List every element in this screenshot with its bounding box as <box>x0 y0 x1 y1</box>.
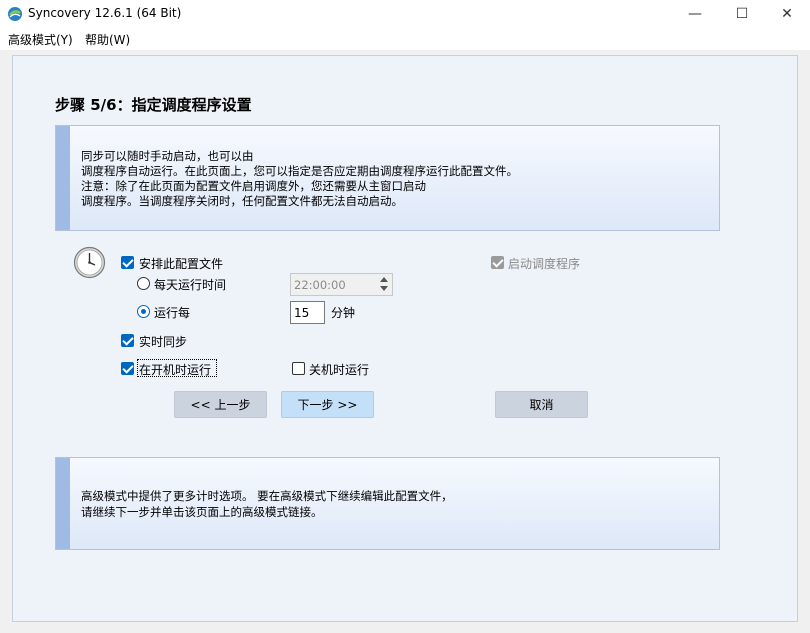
run-every-label[interactable]: 运行每 <box>154 304 190 321</box>
start-scheduler-checkbox[interactable] <box>491 256 504 269</box>
title-bar: Syncovery 12.6.1 (64 Bit) — ☐ ✕ <box>0 0 810 28</box>
schedule-profile-checkbox[interactable] <box>121 256 134 269</box>
time-spinner[interactable] <box>376 274 392 295</box>
page-title: 步骤 5/6：指定调度程序设置 <box>55 96 252 114</box>
run-at-shutdown-label[interactable]: 关机时运行 <box>309 361 369 378</box>
info-accent-bar <box>56 126 70 230</box>
cancel-button[interactable]: 取消 <box>495 391 588 418</box>
schedule-profile-label[interactable]: 安排此配置文件 <box>139 255 223 272</box>
spin-down-icon[interactable] <box>380 286 388 291</box>
run-at-shutdown-checkbox[interactable] <box>292 362 305 375</box>
maximize-button[interactable]: ☐ <box>719 0 765 28</box>
daily-run-radio[interactable] <box>137 277 150 290</box>
realtime-sync-checkbox[interactable] <box>121 334 134 347</box>
next-step-button[interactable]: 下一步 >> <box>281 391 374 418</box>
window-title: Syncovery 12.6.1 (64 Bit) <box>28 6 182 20</box>
menu-bar: 高级模式(Y) 帮助(W) <box>0 28 810 50</box>
info-line: 高级模式中提供了更多计时选项。 要在高级模式下继续编辑此配置文件， <box>81 489 453 503</box>
app-logo-icon <box>8 7 22 21</box>
run-at-startup-label[interactable]: 在开机时运行 <box>139 361 211 378</box>
run-at-startup-checkbox[interactable] <box>121 362 134 375</box>
info-box-top: 同步可以随时手动启动，也可以由 调度程序自动运行。在此页面上，您可以指定是否应定… <box>55 125 720 231</box>
minimize-icon: — <box>688 6 702 22</box>
info-box-bottom: 高级模式中提供了更多计时选项。 要在高级模式下继续编辑此配置文件， 请继续下一步… <box>55 457 720 550</box>
minimize-button[interactable]: — <box>672 0 718 28</box>
close-button[interactable]: ✕ <box>764 0 810 28</box>
daily-time-input[interactable]: 22:00:00 <box>290 273 393 296</box>
info-line: 注意：除了在此页面为配置文件启用调度外，您还需要从主窗口启动 <box>81 179 426 193</box>
menu-advanced-mode[interactable]: 高级模式(Y) <box>8 31 73 48</box>
daily-run-label[interactable]: 每天运行时间 <box>154 276 226 293</box>
info-line: 同步可以随时手动启动，也可以由 <box>81 149 254 163</box>
info-accent-bar <box>56 458 70 549</box>
info-line: 请继续下一步并单击该页面上的高级模式链接。 <box>81 505 323 519</box>
info-line: 调度程序自动运行。在此页面上，您可以指定是否应定期由调度程序运行此配置文件。 <box>81 164 518 178</box>
realtime-sync-label[interactable]: 实时同步 <box>139 333 187 350</box>
previous-step-button[interactable]: << 上一步 <box>174 391 267 418</box>
clock-icon <box>73 246 106 279</box>
interval-unit-label: 分钟 <box>331 306 356 320</box>
menu-help[interactable]: 帮助(W) <box>85 31 130 48</box>
info-line: 调度程序。当调度程序关闭时，任何配置文件都无法自动启动。 <box>81 194 403 208</box>
run-every-radio[interactable] <box>137 305 150 318</box>
maximize-icon: ☐ <box>735 6 749 22</box>
close-icon: ✕ <box>781 6 793 22</box>
interval-value: 15 <box>294 306 310 320</box>
interval-input[interactable]: 15 <box>290 301 325 324</box>
spin-up-icon[interactable] <box>380 277 388 282</box>
start-scheduler-label[interactable]: 启动调度程序 <box>508 255 580 272</box>
daily-time-value: 22:00:00 <box>294 278 346 292</box>
